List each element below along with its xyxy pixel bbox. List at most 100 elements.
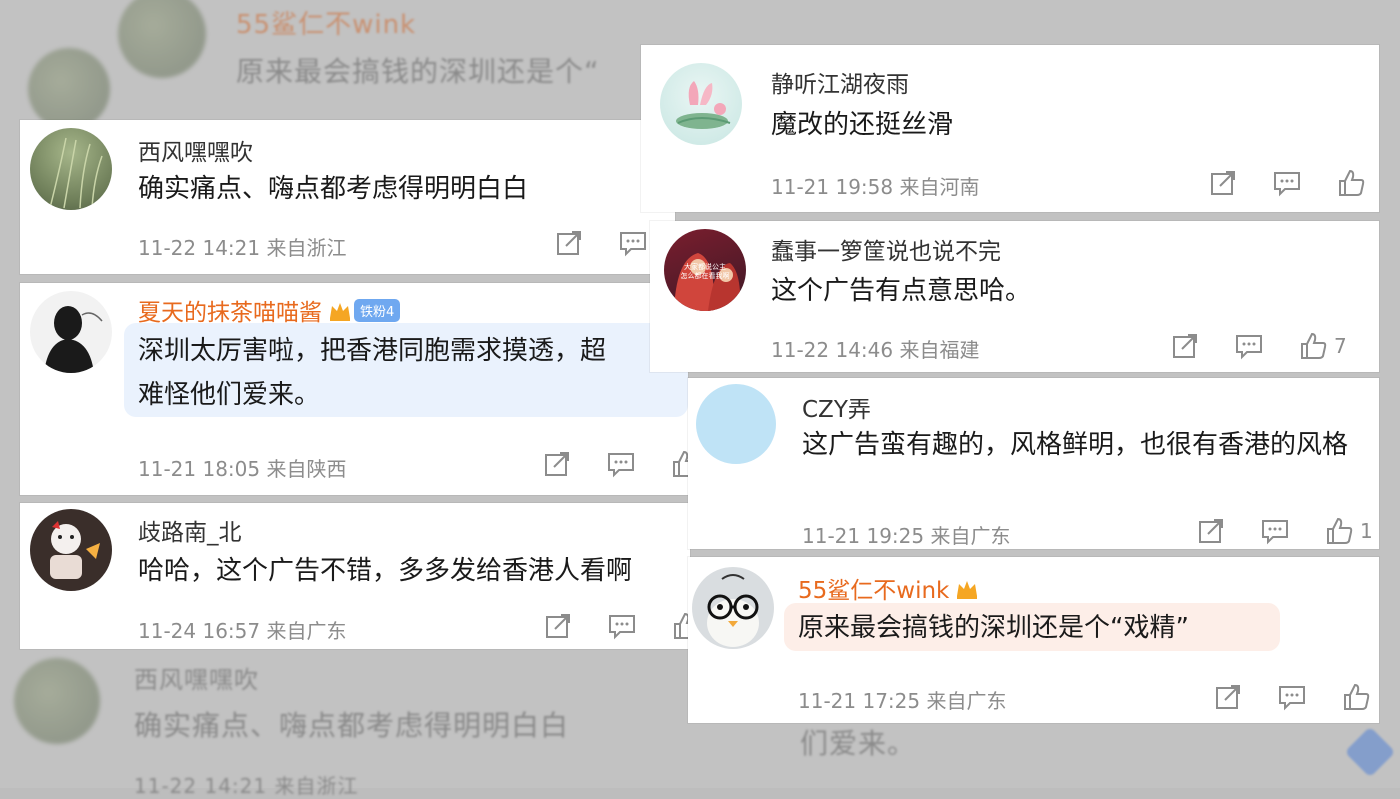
comment-actions: 1 [1196, 516, 1373, 546]
comment-time: 11-21 18:05 [138, 457, 261, 481]
share-button[interactable] [1196, 516, 1226, 546]
comment-location: 来自广东 [926, 689, 1007, 713]
bg-ghost-text-top: 原来最会搞钱的深圳还是个“ [236, 55, 600, 88]
share-button[interactable] [542, 449, 572, 479]
bg-ghost-name-bottom: 西风嘿嘿吹 [134, 666, 259, 694]
like-button[interactable] [1336, 168, 1366, 198]
username[interactable]: CZY弄 [802, 390, 871, 424]
avatar[interactable] [30, 509, 112, 591]
comment-time: 11-22 14:21 [138, 236, 261, 260]
comment-icon [1262, 520, 1288, 545]
comment-text-line2: 难怪他们爱来。 [138, 380, 321, 410]
avatar-caption-line1: 大家都说公主 [684, 263, 726, 271]
username[interactable]: 静听江湖夜雨 [771, 65, 909, 99]
comment-card: CZY弄 这广告蛮有趣的，风格鲜明，也很有香港的风格 11-21 19:25 来… [688, 378, 1379, 549]
avatar[interactable] [696, 384, 776, 464]
share-icon [557, 231, 581, 255]
share-button[interactable] [1213, 682, 1243, 712]
share-button[interactable] [554, 228, 584, 258]
username[interactable]: 夏天的抹茶喵喵酱 铁粉4 [138, 293, 401, 327]
comment-text: 这个广告有点意思哈。 [771, 276, 1032, 306]
bg-ghost-text-bottom: 确实痛点、嗨点都考虑得明明白白 [134, 709, 570, 742]
like-count: 1 [1360, 519, 1373, 543]
like-icon [673, 450, 688, 477]
comment-meta: 11-21 19:25 来自广东 [802, 520, 1010, 549]
username[interactable]: 西风嘿嘿吹 [138, 133, 253, 167]
comment-icon [620, 232, 646, 257]
comment-button[interactable] [1272, 168, 1302, 198]
comment-meta: 11-22 14:46 来自福建 [771, 334, 979, 363]
like-button[interactable]: 1 [1324, 516, 1373, 546]
share-button[interactable] [1170, 331, 1200, 361]
comment-card: 夏天的抹茶喵喵酱 铁粉4 深圳太厉害啦，把香港同胞需求摸透，超 难怪他们爱来。 1… [20, 283, 688, 495]
comment-actions [554, 228, 648, 258]
bg-avatar-top-2 [28, 48, 110, 130]
comment-location: 来自陕西 [266, 457, 347, 481]
comment-meta: 11-21 18:05 来自陕西 [138, 453, 346, 482]
comment-icon [608, 453, 634, 478]
avatar[interactable] [692, 567, 774, 649]
comment-time: 11-21 19:25 [802, 524, 925, 548]
username[interactable]: 55鲨仁不wink [798, 571, 979, 605]
share-icon [546, 614, 570, 638]
comment-meta: 11-21 19:58 来自河南 [771, 171, 979, 200]
comment-time: 11-21 19:58 [771, 175, 894, 199]
username-text[interactable]: 55鲨仁不wink [798, 578, 949, 604]
comment-button[interactable] [1260, 516, 1290, 546]
comment-actions [1208, 168, 1366, 198]
comment-card: 歧路南_北 哈哈，这个广告不错，多多发给香港人看啊 11-24 16:57 来自… [20, 503, 690, 649]
comment-actions [542, 449, 688, 479]
comment-button[interactable] [607, 611, 637, 641]
comment-button[interactable] [618, 228, 648, 258]
like-icon [1327, 517, 1353, 544]
avatar[interactable] [30, 291, 112, 373]
comment-button[interactable] [1234, 331, 1264, 361]
avatar-caption: 大家都说公主 怎么都在看我啊 [668, 263, 742, 281]
share-button[interactable] [1208, 168, 1238, 198]
comment-time: 11-22 14:46 [771, 338, 894, 362]
avatar[interactable] [30, 128, 112, 210]
comment-location: 来自福建 [899, 338, 980, 362]
comment-location: 来自浙江 [266, 236, 347, 260]
share-icon [1173, 334, 1197, 358]
fan-badge: 铁粉4 [354, 299, 401, 322]
bg-avatar-top [118, 0, 206, 78]
comment-meta: 11-21 17:25 来自广东 [798, 685, 1006, 714]
comment-time: 11-21 17:25 [798, 689, 921, 713]
like-icon [1344, 683, 1370, 710]
avatar[interactable]: 大家都说公主 怎么都在看我啊 [664, 229, 746, 311]
share-icon [545, 452, 569, 476]
avatar[interactable] [660, 63, 742, 145]
comment-text: 魔改的还挺丝滑 [771, 110, 954, 140]
like-button[interactable] [1341, 682, 1371, 712]
comment-button[interactable] [1277, 682, 1307, 712]
comment-icon [1236, 335, 1262, 360]
username[interactable]: 歧路南_北 [138, 513, 242, 547]
comment-card: 静听江湖夜雨 魔改的还挺丝滑 11-21 19:58 来自河南 [641, 45, 1379, 212]
comment-time: 11-24 16:57 [138, 619, 261, 643]
comment-icon [1274, 172, 1300, 197]
comment-button[interactable] [606, 449, 636, 479]
comment-actions [1213, 682, 1371, 712]
bg-ghost-meta-bottom: 11-22 14:21 来自浙江 [134, 774, 359, 798]
comment-text: 确实痛点、嗨点都考虑得明明白白 [138, 174, 529, 204]
avatar-caption-line2: 怎么都在看我啊 [680, 272, 730, 280]
comment-text-line1: 深圳太厉害啦，把香港同胞需求摸透，超 [138, 336, 607, 366]
comment-actions: 7 [1170, 331, 1347, 361]
share-icon [1216, 685, 1240, 709]
share-button[interactable] [543, 611, 573, 641]
username[interactable]: 蠢事一箩筐说也说不完 [771, 232, 1001, 266]
comment-location: 来自河南 [899, 175, 980, 199]
like-button[interactable] [670, 449, 688, 479]
like-button[interactable]: 7 [1298, 331, 1347, 361]
crown-icon [957, 581, 978, 599]
comment-text: 哈哈，这个广告不错，多多发给香港人看啊 [138, 556, 633, 586]
comment-card: 55鲨仁不wink 原来最会搞钱的深圳还是个“戏精” 11-21 17:25 来… [688, 557, 1379, 723]
comment-text: 这广告蛮有趣的，风格鲜明，也很有香港的风格 [802, 430, 1349, 460]
crown-icon [330, 303, 350, 321]
comment-card: 大家都说公主 怎么都在看我啊 蠢事一箩筐说也说不完 这个广告有点意思哈。 11-… [650, 221, 1379, 372]
comment-meta: 11-24 16:57 来自广东 [138, 615, 346, 644]
share-icon [1211, 171, 1235, 195]
comment-icon [609, 615, 635, 640]
username-text[interactable]: 夏天的抹茶喵喵酱 [138, 300, 322, 326]
